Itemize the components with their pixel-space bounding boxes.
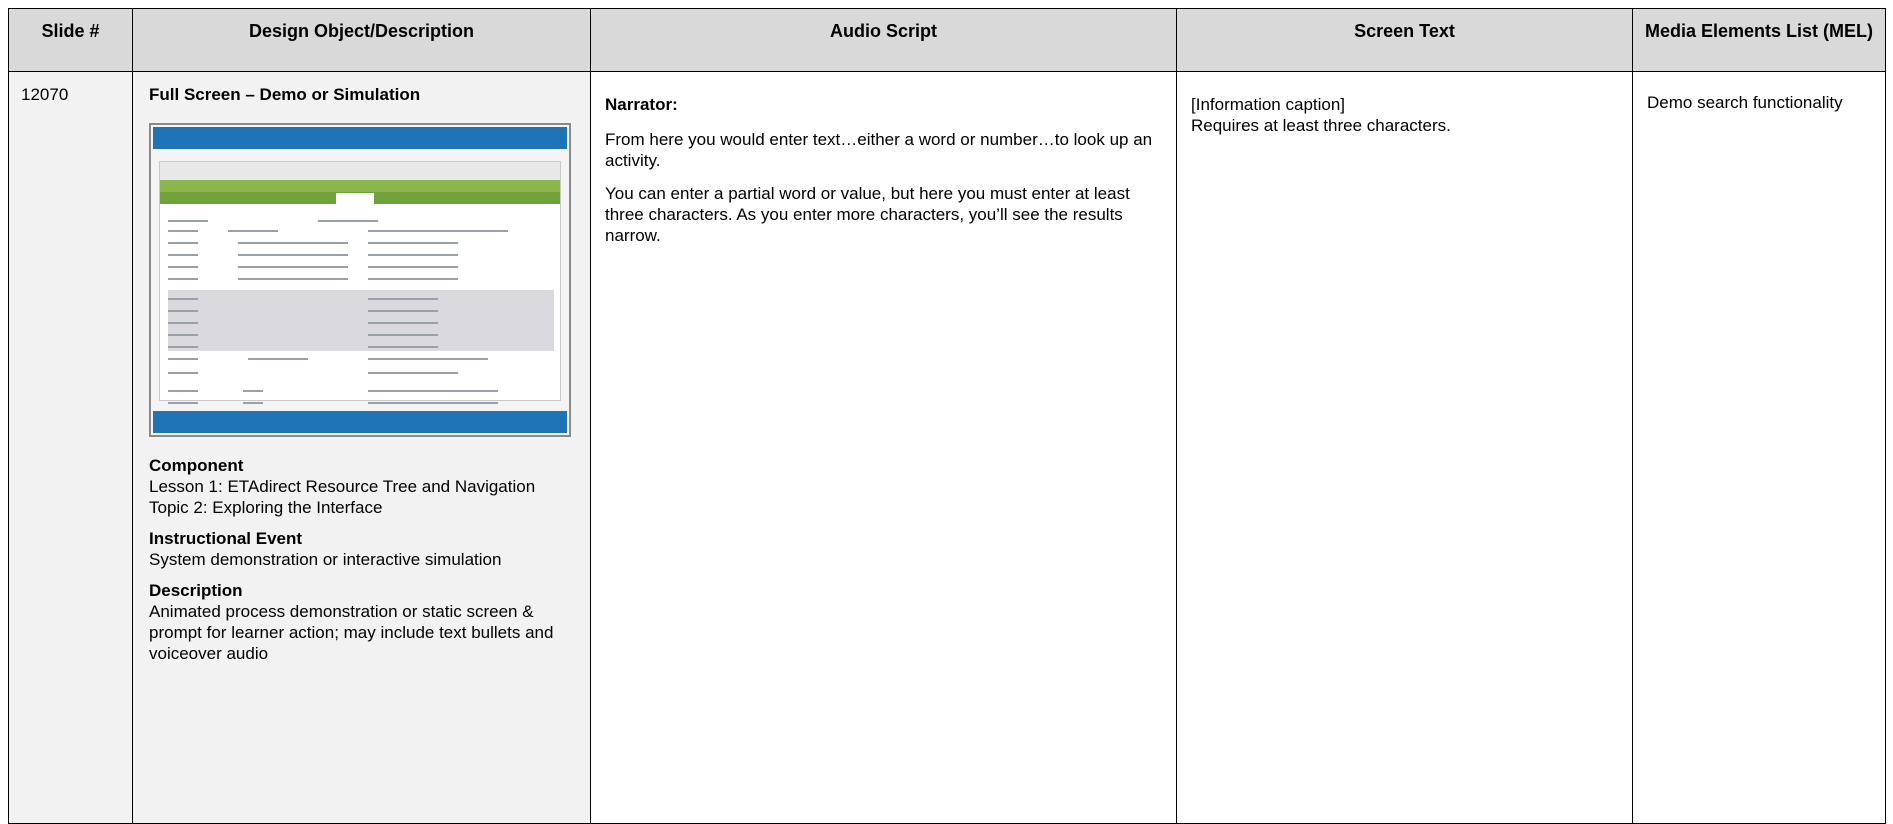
thumbnail-app-window (159, 161, 561, 416)
screen-text-cell: [Information caption] Requires at least … (1176, 71, 1633, 824)
audio-script-cell: Narrator: From here you would enter text… (590, 71, 1177, 824)
slide-number-cell: 12070 (8, 71, 133, 824)
header-screen-text: Screen Text (1176, 8, 1633, 72)
instructional-event-text: System demonstration or interactive simu… (149, 550, 502, 569)
thumbnail-top-bar (153, 127, 567, 149)
component-heading: Component (149, 456, 244, 475)
audio-paragraph: From here you would enter text…either a … (605, 130, 1153, 170)
caption-label: [Information caption] (1191, 95, 1346, 114)
header-media-elements-list: Media Elements List (MEL) (1632, 8, 1886, 72)
header-row: Slide # Design Object/Description Audio … (8, 8, 1886, 72)
header-design-object: Design Object/Description (132, 8, 591, 72)
narrator-label: Narrator: (605, 95, 678, 114)
caption-text: Requires at least three characters. (1191, 116, 1451, 135)
design-cell: Full Screen – Demo or Simulation Compone… (132, 71, 591, 824)
design-title: Full Screen – Demo or Simulation (149, 85, 421, 104)
media-elements-cell: Demo search functionality (1632, 71, 1886, 824)
component-lesson: Lesson 1: ETAdirect Resource Tree and Na… (149, 477, 536, 496)
storyboard-table: Slide # Design Object/Description Audio … (8, 8, 1886, 824)
thumbnail-bottom-bar (153, 411, 567, 433)
component-section: Component Lesson 1: ETAdirect Resource T… (149, 455, 574, 518)
description-section: Description Animated process demonstrati… (149, 580, 574, 664)
table-row: 12070 Full Screen – Demo or Simulation C… (8, 71, 1886, 824)
instructional-event-heading: Instructional Event (149, 529, 303, 548)
instructional-event-section: Instructional Event System demonstration… (149, 528, 574, 570)
slide-number: 12070 (21, 85, 69, 104)
description-heading: Description (149, 581, 243, 600)
audio-paragraph: You can enter a partial word or value, b… (605, 184, 1130, 245)
header-audio-script: Audio Script (590, 8, 1177, 72)
component-topic: Topic 2: Exploring the Interface (149, 498, 383, 517)
media-element-item: Demo search functionality (1647, 93, 1843, 112)
screen-thumbnail (149, 123, 571, 437)
header-slide-number: Slide # (8, 8, 133, 72)
description-text: Animated process demonstration or static… (149, 602, 554, 663)
